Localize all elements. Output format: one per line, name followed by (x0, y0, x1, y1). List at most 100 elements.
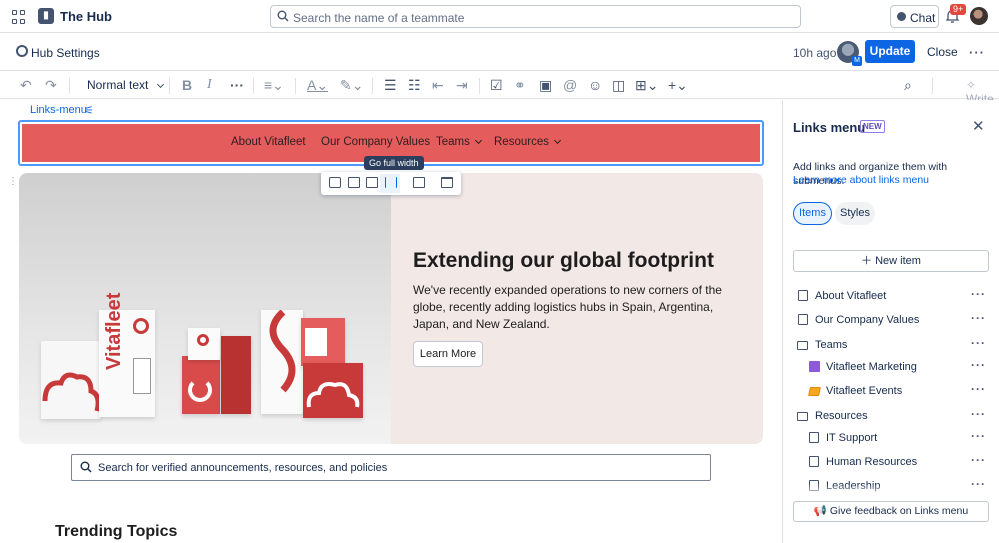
menu-item-teams[interactable]: Teams (436, 136, 482, 148)
more-icon[interactable]: ··· (971, 453, 986, 467)
list-item-label: Vitafleet Marketing (826, 361, 917, 373)
panel-title: Links menu (793, 120, 866, 135)
align-icon[interactable]: ≡⌄ (264, 77, 284, 93)
toolbar-divider (253, 78, 254, 94)
table-icon[interactable]: ⊞⌄ (635, 77, 658, 93)
page-icon (798, 314, 808, 325)
cloud-graphic (42, 372, 101, 412)
list-item-label: Human Resources (826, 456, 918, 468)
text-style-value: Normal text (87, 78, 149, 92)
highlight-icon[interactable]: ✎⌄ (340, 77, 363, 93)
close-button[interactable]: Close (927, 45, 958, 59)
chat-label: Chat (910, 11, 936, 25)
list-item[interactable]: About Vitafleet ··· (783, 286, 999, 308)
toolbar-divider (169, 78, 170, 94)
more-icon[interactable]: ··· (971, 287, 986, 301)
teammate-search-input[interactable]: Search the name of a teammate (270, 5, 801, 28)
collaborator-avatar[interactable]: M (837, 41, 862, 66)
package-shape (301, 318, 345, 366)
label-sticker (305, 328, 327, 356)
bold-icon[interactable]: B (182, 77, 192, 93)
chat-icon (897, 12, 906, 21)
more-formatting-icon[interactable]: ··· (230, 77, 244, 93)
list-item-label: Teams (815, 339, 848, 351)
undo-icon[interactable]: ↶ (20, 77, 32, 93)
list-item[interactable]: Our Company Values ··· (783, 310, 999, 332)
submenu-icon (797, 412, 808, 421)
sliders-icon[interactable]: ⚟ (84, 104, 94, 117)
bullet-list-icon[interactable]: ☰ (384, 77, 397, 93)
new-badge: NEW (860, 120, 885, 133)
full-width-icon[interactable] (385, 177, 397, 188)
close-icon[interactable]: ✕ (972, 117, 985, 135)
gear-icon[interactable] (16, 45, 28, 57)
wide-layout-icon[interactable] (366, 177, 378, 188)
hub-settings-button[interactable]: Hub Settings (31, 46, 100, 60)
list-item-label: IT Support (826, 432, 878, 444)
more-options-icon[interactable]: ··· (969, 45, 985, 60)
task-icon[interactable]: ☑ (490, 77, 503, 93)
hero-title: Extending our global footprint (413, 249, 714, 272)
emoji-icon[interactable]: ☺ (588, 77, 602, 93)
status-icon: M (852, 56, 862, 66)
more-icon[interactable]: ··· (971, 382, 986, 396)
link-icon[interactable]: ⚭ (514, 77, 526, 93)
outdent-icon[interactable]: ⇤ (432, 77, 444, 93)
app-title[interactable]: The Hub (60, 9, 112, 24)
scroll-fade (783, 484, 999, 498)
insert-icon[interactable]: +⌄ (668, 77, 688, 93)
links-menu-panel: Links menu NEW ✕ Add links and organize … (782, 100, 999, 543)
more-icon[interactable]: ··· (971, 336, 986, 350)
tab-styles[interactable]: Styles (835, 202, 875, 225)
indent-icon[interactable]: ⇥ (456, 77, 468, 93)
list-item[interactable]: Vitafleet Events ··· (783, 381, 999, 403)
list-item[interactable]: Teams ··· (783, 335, 999, 357)
editor-canvas[interactable]: Links-menu ⚟ About Vitafleet Our Company… (0, 100, 782, 543)
mention-icon[interactable]: @ (563, 77, 577, 93)
hero-description: We've recently expanded operations to ne… (413, 283, 722, 331)
learn-more-link[interactable]: Learn more about links menu (793, 174, 929, 186)
text-style-dropdown[interactable]: Normal text (87, 78, 164, 92)
megaphone-icon: 📢 (813, 505, 827, 517)
center-layout-icon[interactable] (348, 177, 360, 188)
more-icon[interactable]: ··· (971, 358, 986, 372)
tooltip: Go full width (364, 156, 424, 170)
links-menu-macro-label[interactable]: Links-menu ⚟ (30, 104, 94, 117)
layout-icon[interactable]: ◫ (612, 77, 625, 93)
app-switcher-icon[interactable] (12, 10, 26, 24)
cloud-graphic (269, 309, 296, 393)
yellow-space-icon (808, 387, 821, 396)
more-icon[interactable]: ··· (971, 311, 986, 325)
image-icon[interactable]: ▣ (539, 77, 552, 93)
list-item[interactable]: Resources ··· (783, 406, 999, 428)
menu-item-resources[interactable]: Resources (494, 136, 562, 148)
more-icon[interactable]: ··· (971, 429, 986, 443)
announcement-search-input[interactable]: Search for verified announcements, resou… (71, 454, 711, 481)
submenu-icon (797, 341, 808, 350)
menu-item-values[interactable]: Our Company Values (321, 136, 430, 148)
list-item[interactable]: Human Resources ··· (783, 452, 999, 474)
page-header-bar: Hub Settings 10h ago M Update Close ··· (0, 33, 999, 71)
avatar[interactable] (970, 7, 988, 25)
menu-item-about[interactable]: About Vitafleet (231, 136, 306, 148)
copy-icon[interactable] (413, 177, 425, 188)
chat-button[interactable]: Chat (890, 5, 939, 28)
new-item-button[interactable]: ＋ New item (793, 250, 989, 272)
menu-item-label: Resources (494, 136, 549, 148)
hub-logo-icon[interactable]: ▮ (38, 8, 54, 24)
italic-icon[interactable]: I (207, 77, 212, 93)
tab-items[interactable]: Items (793, 202, 832, 225)
redo-icon[interactable]: ↷ (45, 77, 57, 93)
list-item[interactable]: Vitafleet Marketing ··· (783, 357, 999, 379)
text-color-icon[interactable]: A⌄ (307, 77, 328, 93)
trash-icon[interactable] (441, 177, 453, 188)
edit-icon[interactable] (329, 177, 341, 188)
list-item[interactable]: IT Support ··· (783, 428, 999, 450)
feedback-button[interactable]: 📢 Give feedback on Links menu (793, 501, 989, 522)
more-icon[interactable]: ··· (971, 407, 986, 421)
update-button[interactable]: Update (865, 40, 915, 63)
find-icon[interactable]: ⌕ (904, 77, 912, 93)
numbered-list-icon[interactable]: ☷ (408, 77, 421, 93)
menu-item-label: Teams (436, 136, 470, 148)
learn-more-button[interactable]: Learn More (413, 341, 483, 367)
